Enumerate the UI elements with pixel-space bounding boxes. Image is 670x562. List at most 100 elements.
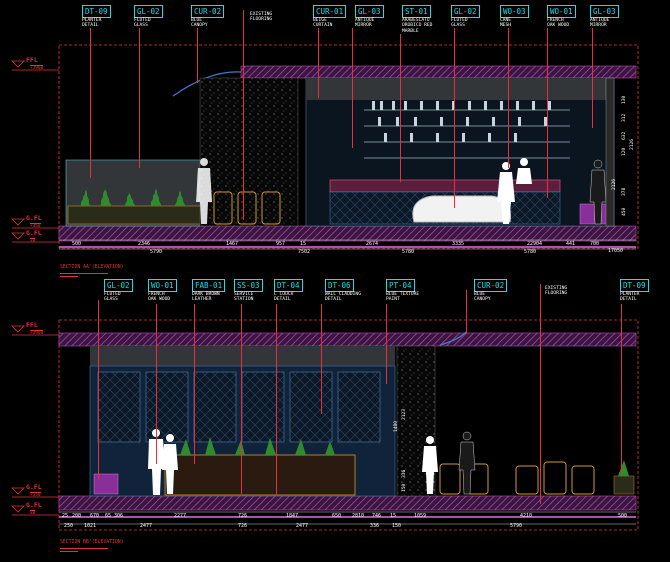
dimension-value: 650 xyxy=(332,513,342,519)
vertical-dimension: 150 xyxy=(402,483,407,492)
vertical-dimension: 2123 xyxy=(402,408,407,420)
vertical-dimension: 120 xyxy=(622,147,627,156)
material-desc: BLUE CANOPY xyxy=(474,292,491,303)
level-value: +350 xyxy=(30,492,41,498)
leader-line xyxy=(241,304,242,494)
level-label: FFL xyxy=(26,321,38,329)
leader-line xyxy=(400,34,401,182)
material-tag: WO-01 xyxy=(547,5,576,18)
material-tag: ST-01 xyxy=(402,5,431,18)
leader-line xyxy=(139,28,140,168)
material-tag: GL-03 xyxy=(590,5,619,18)
dimension-value: 2277 xyxy=(174,513,187,519)
right-wall-a xyxy=(605,77,615,227)
vertical-dimension: 2126 xyxy=(630,138,635,150)
material-desc: PLANTER DETAIL xyxy=(620,292,640,303)
leader-line xyxy=(156,304,157,464)
caption-underline xyxy=(60,551,78,552)
leader-line xyxy=(466,290,467,334)
material-desc: FLUTED GLASS xyxy=(104,292,121,303)
leader-line xyxy=(197,28,198,83)
dimension-value: 250 xyxy=(64,523,74,529)
dimension-value: 957 xyxy=(276,241,286,247)
dimension-value: 15 xyxy=(390,513,397,519)
vertical-dimension: 378 xyxy=(622,187,627,196)
material-desc: PLANTER DETAIL xyxy=(82,18,102,29)
material-desc: FRENCH OAK WOOD xyxy=(148,292,171,303)
material-desc: CANE MESH xyxy=(500,18,512,29)
dimension-value: 441 xyxy=(566,241,576,247)
dimension-value: 200 xyxy=(72,513,82,519)
caption-underline xyxy=(60,548,108,549)
caption-underline xyxy=(60,276,78,277)
dimension-value: 4210 xyxy=(520,513,533,519)
curtain-strip-b xyxy=(90,346,395,366)
leader-line xyxy=(276,304,277,494)
material-tag: SS-03 xyxy=(234,279,263,292)
material-tag: DT-06 xyxy=(325,279,354,292)
leader-line xyxy=(194,304,195,464)
material-tag: GL-02 xyxy=(134,5,163,18)
leader-line xyxy=(352,28,353,148)
dimension-value: 746 xyxy=(372,513,382,519)
level-value: ±0 xyxy=(30,238,36,244)
leader-line xyxy=(386,304,387,384)
textured-column-a xyxy=(199,77,299,227)
level-label: G.FL xyxy=(26,483,42,491)
material-desc: BLUE CANOPY xyxy=(191,18,208,29)
level-value: ±0 xyxy=(30,510,36,516)
planter-b xyxy=(613,475,635,495)
leader-line xyxy=(98,300,99,480)
dimension-value: 336 xyxy=(370,523,380,529)
elevation-a xyxy=(58,44,639,250)
level-label: G.FL xyxy=(26,501,42,509)
leader-line xyxy=(90,28,91,178)
material-desc: FRENCH OAK WOOD xyxy=(547,18,570,29)
material-tag: GL-02 xyxy=(104,279,133,292)
dimension-value: 2810 xyxy=(352,513,365,519)
vertical-dimension: 336 xyxy=(402,469,407,478)
dimension-value: 3335 xyxy=(452,241,465,247)
dimension-value: 1847 xyxy=(286,513,299,519)
dimension-value: 65 xyxy=(105,513,112,519)
vertical-dimension: 2126 xyxy=(612,178,617,190)
material-desc: SERVICE STATION xyxy=(234,292,254,303)
dimension-value: 700 xyxy=(590,241,600,247)
plant-b-right xyxy=(618,460,629,476)
leader-line xyxy=(592,28,593,128)
vertical-dimension: 312 xyxy=(622,113,627,122)
dimension-value: 2674 xyxy=(366,241,379,247)
dimension-value: 500 xyxy=(618,513,628,519)
dimension-value: 726 xyxy=(238,523,248,529)
leader-line xyxy=(540,284,541,504)
material-desc: ARABESCATO OROBICO RED MARBLE xyxy=(402,18,433,34)
leader-line xyxy=(547,28,548,198)
dimension-value: 5790 xyxy=(150,249,163,255)
dimension-band-b xyxy=(59,516,636,518)
section-caption: SECTION BB'(ELEVATION) xyxy=(60,540,124,545)
leader-line xyxy=(243,10,244,220)
round-sofa-a xyxy=(412,195,512,223)
dimension-value: 1021 xyxy=(84,523,97,529)
ceiling-slab-a xyxy=(240,65,637,79)
dimension-value: 25 xyxy=(62,513,69,519)
material-tag: GL-02 xyxy=(451,5,480,18)
floor-slab-a xyxy=(58,225,637,242)
material-desc: DARK BROWN LEATHER xyxy=(192,292,220,303)
vertical-dimension: 450 xyxy=(622,207,627,216)
leader-line xyxy=(508,28,509,168)
dimension-value: 2346 xyxy=(138,241,151,247)
floor-slab-b xyxy=(58,495,637,511)
dimension-value: 2477 xyxy=(296,523,309,529)
material-tag: GL-03 xyxy=(355,5,384,18)
dimension-value: 500 xyxy=(72,241,82,247)
material-desc: FLUTED GLASS xyxy=(134,18,151,29)
dimension-value: 7502 xyxy=(298,249,311,255)
material-tag: WO-01 xyxy=(148,279,177,292)
material-desc: WALL CLADDING DETAIL xyxy=(325,292,361,303)
dimension-value: 1467 xyxy=(226,241,239,247)
dimension-value: 726 xyxy=(238,513,248,519)
caption-underline xyxy=(60,273,108,274)
material-desc: EXISTING FLOORING xyxy=(545,286,568,297)
leader-line xyxy=(321,304,322,414)
